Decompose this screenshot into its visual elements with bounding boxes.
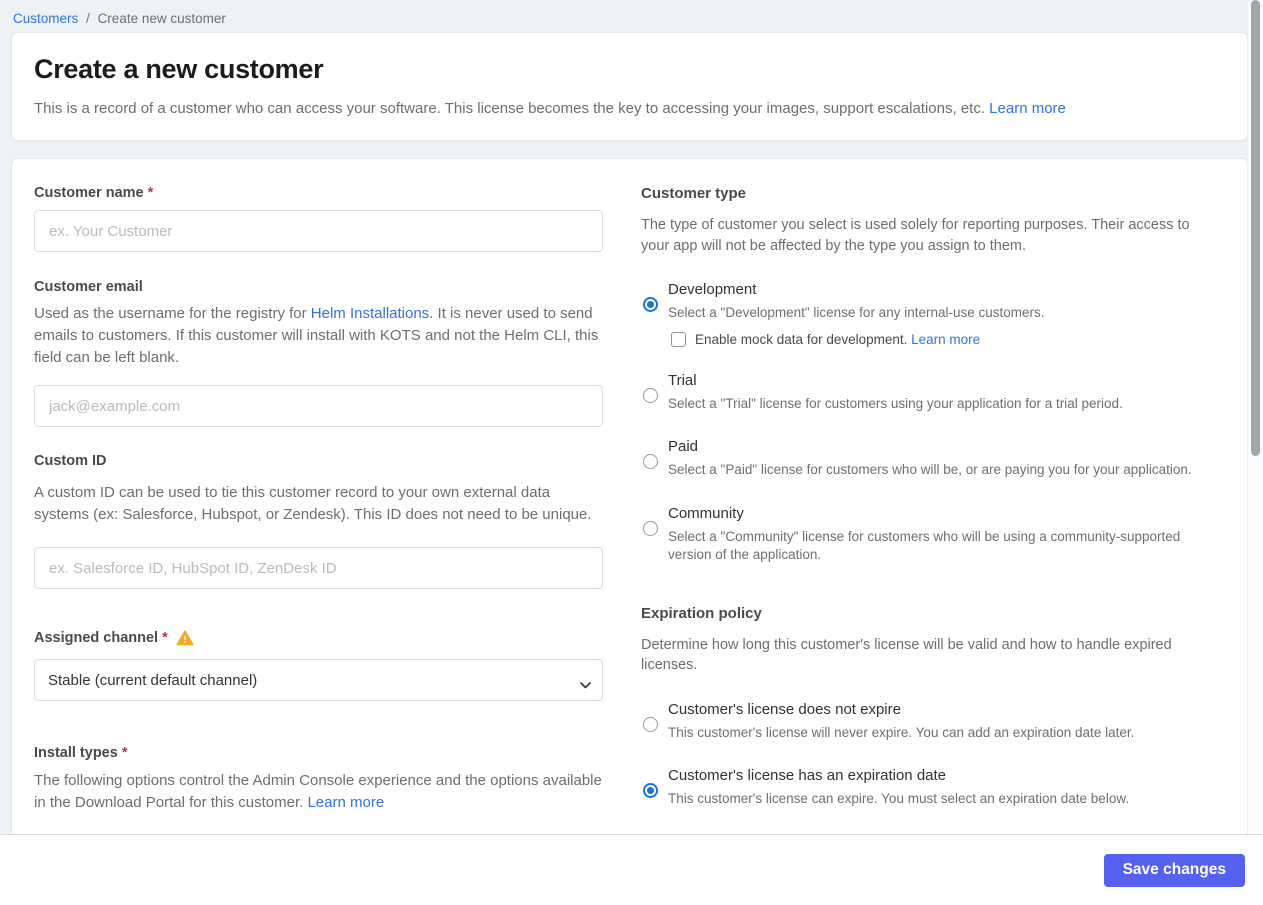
customer-type-heading: Customer type <box>641 185 747 202</box>
footer-action-bar: Save changes <box>0 834 1263 905</box>
required-asterisk: * <box>147 185 154 201</box>
expiration-option-no-expire: Customer's license does not expire This … <box>641 701 1207 743</box>
expiration-option-has-date: Customer's license has an expiration dat… <box>641 767 1207 809</box>
mock-data-learn-more-link[interactable]: Learn more <box>911 332 980 347</box>
mock-data-checkbox[interactable] <box>671 331 686 347</box>
breadcrumb-current: Create new customer <box>97 11 226 26</box>
customer-name-input[interactable] <box>34 210 603 252</box>
helm-installations-link[interactable]: Helm Installations <box>311 305 429 322</box>
has-expiration-option-description: This customer's license can expire. You … <box>668 791 1130 806</box>
paid-option-title: Paid <box>668 438 699 455</box>
no-expire-option-title: Customer's license does not expire <box>668 700 901 718</box>
development-radio[interactable] <box>643 297 658 312</box>
no-expire-radio[interactable] <box>643 716 658 732</box>
customer-type-section: Customer type The type of customer you s… <box>641 185 1207 565</box>
paid-option-description: Select a "Paid" license for customers wh… <box>668 462 1192 477</box>
expiration-policy-section: Expiration policy Determine how long thi… <box>641 605 1207 809</box>
customer-type-option-paid: Paid Select a "Paid" license for custome… <box>641 438 1207 480</box>
assigned-channel-label: Assigned channel * <box>34 630 168 646</box>
mock-data-checkbox-row: Enable mock data for development. Learn … <box>671 331 1207 347</box>
expiration-policy-description: Determine how long this customer's licen… <box>641 636 1172 674</box>
custom-id-label: Custom ID <box>34 453 107 469</box>
community-option-description: Select a "Community" license for custome… <box>668 528 1181 563</box>
assigned-channel-field-group: Assigned channel * Stable (current defaul… <box>34 630 603 701</box>
page-scrollbar-track[interactable] <box>1247 0 1263 834</box>
breadcrumb-customers-link[interactable]: Customers <box>13 11 78 26</box>
customer-type-option-trial: Trial Select a "Trial" license for custo… <box>641 372 1207 414</box>
customer-email-field-group: Customer email Used as the username for … <box>34 279 603 427</box>
mock-data-checkbox-label: Enable mock data for development. Learn … <box>695 332 980 347</box>
mock-data-checkbox-label-text: Enable mock data for development. <box>695 331 908 347</box>
trial-option-title: Trial <box>668 371 697 389</box>
save-changes-button[interactable]: Save changes <box>1103 853 1245 887</box>
customer-name-field-group: Customer name * <box>34 185 603 252</box>
expiration-policy-options: Customer's license does not expire This … <box>641 701 1207 809</box>
page-title: Create a new customer <box>34 54 324 84</box>
customer-type-option-development: Development Select a "Development" licen… <box>641 281 1207 347</box>
assigned-channel-label-text: Assigned channel <box>34 630 159 646</box>
community-radio[interactable] <box>643 520 658 536</box>
install-types-help: The following options control the Admin … <box>34 770 603 814</box>
breadcrumb-separator: / <box>86 11 90 26</box>
create-customer-form-card: Customer name* Customer email Used as th… <box>11 158 1248 858</box>
custom-id-field-group: Custom ID A custom ID can be used to tie… <box>34 453 603 589</box>
required-asterisk: * <box>121 745 128 761</box>
page-description-text: This is a record of a customer who can a… <box>34 100 985 117</box>
form-left-column: Customer name* Customer email Used as th… <box>34 185 603 827</box>
page-scrollbar-thumb[interactable] <box>1251 0 1260 456</box>
header-learn-more-link[interactable]: Learn more <box>989 100 1066 117</box>
page-header-card: Create a new customer This is a record o… <box>11 32 1248 141</box>
expiration-policy-heading: Expiration policy <box>641 604 762 622</box>
required-asterisk: * <box>162 630 168 646</box>
customer-type-option-community: Community Select a "Community" license f… <box>641 505 1207 565</box>
custom-id-input[interactable] <box>34 547 603 589</box>
development-option-title: Development <box>668 281 757 298</box>
customer-email-label: Customer email <box>34 279 143 295</box>
customer-name-label-text: Customer name <box>34 185 144 201</box>
trial-option-description: Select a "Trial" license for customers u… <box>668 395 1123 411</box>
paid-radio[interactable] <box>643 454 658 469</box>
community-option-title: Community <box>668 504 744 522</box>
customer-email-help: Used as the username for the registry fo… <box>34 303 603 369</box>
has-expiration-option-title: Customer's license has an expiration dat… <box>668 767 947 784</box>
customer-type-options: Development Select a "Development" licen… <box>641 281 1207 565</box>
trial-radio[interactable] <box>643 387 658 403</box>
install-types-learn-more-link[interactable]: Learn more <box>307 794 384 811</box>
customer-type-description: The type of customer you select is used … <box>641 217 1190 254</box>
assigned-channel-select[interactable]: Stable (current default channel) <box>34 659 603 701</box>
form-right-column: Customer type The type of customer you s… <box>641 185 1207 827</box>
customer-email-help-text-1: Used as the username for the registry fo… <box>34 305 311 322</box>
install-types-field-group: Install types * The following options con… <box>34 745 603 814</box>
install-types-label-text: Install types <box>34 745 118 761</box>
breadcrumb: Customers / Create new customer <box>0 0 1263 32</box>
install-types-label: Install types * <box>34 745 603 761</box>
development-option-description: Select a "Development" license for any i… <box>668 305 1045 320</box>
warning-triangle-icon <box>176 630 194 646</box>
custom-id-help: A custom ID can be used to tie this cust… <box>34 484 592 523</box>
no-expire-option-description: This customer's license will never expir… <box>668 724 1135 740</box>
customer-name-label: Customer name * <box>34 185 603 201</box>
page-description: This is a record of a customer who can a… <box>34 100 1225 117</box>
has-expiration-radio[interactable] <box>643 783 658 798</box>
customer-email-input[interactable] <box>34 385 603 427</box>
